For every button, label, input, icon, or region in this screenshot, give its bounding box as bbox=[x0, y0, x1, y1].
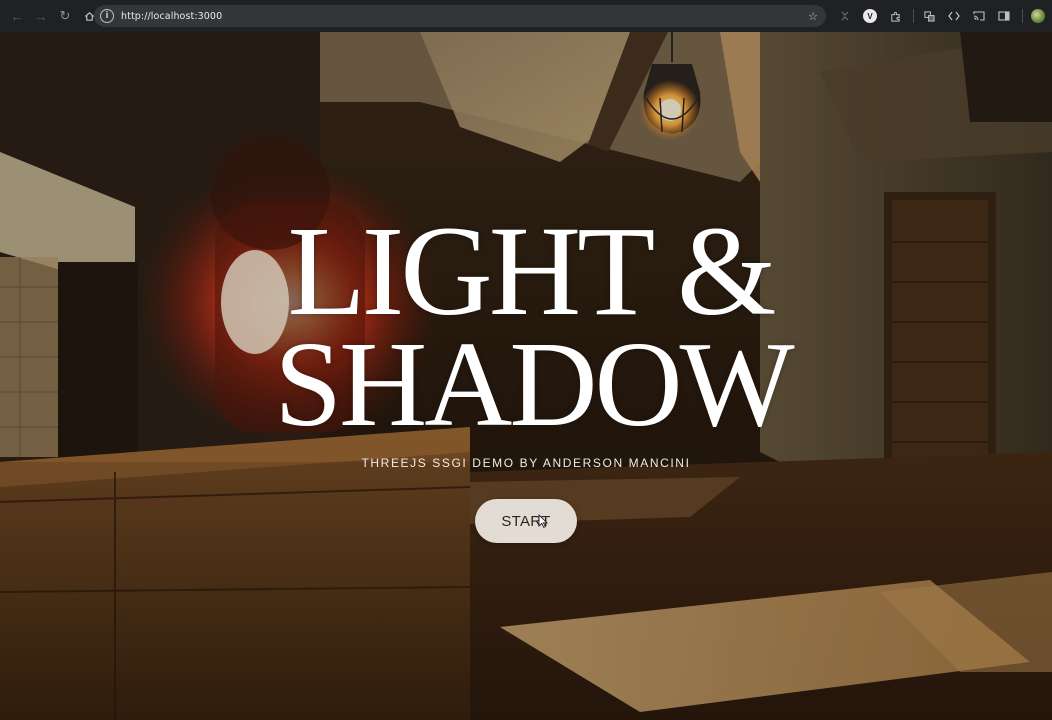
forward-button[interactable]: → bbox=[30, 5, 52, 27]
toolbar-divider bbox=[1022, 9, 1023, 23]
arrow-right-icon: → bbox=[34, 8, 48, 24]
browser-toolbar: ← → ↻ i http://localhost:3000 ☆ V bbox=[0, 0, 1052, 32]
profile-avatar-icon[interactable] bbox=[1027, 5, 1049, 27]
reload-button[interactable]: ↻ bbox=[54, 5, 76, 27]
star-icon[interactable]: ☆ bbox=[808, 10, 818, 23]
reload-icon: ↻ bbox=[59, 8, 71, 23]
extension-badge-icon[interactable]: V bbox=[859, 5, 881, 27]
sidepanel-icon[interactable] bbox=[993, 5, 1015, 27]
url-text[interactable]: http://localhost:3000 bbox=[121, 11, 222, 22]
info-icon[interactable]: i bbox=[100, 9, 114, 23]
puzzle-icon[interactable] bbox=[884, 5, 906, 27]
home-icon bbox=[84, 11, 94, 21]
cast-icon[interactable] bbox=[968, 5, 990, 27]
toolbar-divider bbox=[913, 9, 914, 23]
start-button[interactable]: START bbox=[475, 499, 577, 543]
extension-icon[interactable] bbox=[834, 5, 856, 27]
code-icon[interactable] bbox=[943, 5, 965, 27]
mouse-cursor-icon bbox=[538, 514, 548, 528]
toolbar-actions: V ⋮ bbox=[834, 0, 1052, 32]
webgl-canvas[interactable]: LIGHT & SHADOW THREEJS SSGI DEMO BY ANDE… bbox=[0, 32, 1052, 720]
back-button[interactable]: ← bbox=[6, 5, 28, 27]
hero-title-line1: LIGHT & bbox=[287, 200, 776, 342]
address-bar[interactable]: i http://localhost:3000 ☆ bbox=[94, 5, 826, 27]
hero-subtitle: THREEJS SSGI DEMO BY ANDERSON MANCINI bbox=[361, 456, 691, 470]
arrow-left-icon: ← bbox=[10, 8, 24, 24]
translate-icon[interactable] bbox=[918, 5, 940, 27]
hero-overlay: LIGHT & SHADOW THREEJS SSGI DEMO BY ANDE… bbox=[0, 32, 1052, 720]
hero-title-line2: SHADOW bbox=[274, 317, 794, 452]
